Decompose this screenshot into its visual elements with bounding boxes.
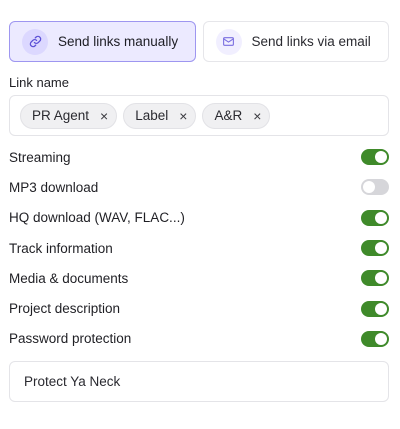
toggle-knob bbox=[375, 211, 387, 224]
toggle-knob bbox=[375, 272, 387, 285]
toggle-knob bbox=[375, 151, 387, 164]
setting-row-track-information: Track information bbox=[9, 233, 389, 263]
mail-icon bbox=[215, 28, 242, 55]
tab-send-via-email[interactable]: Send links via email bbox=[202, 21, 389, 62]
project-description-toggle[interactable] bbox=[361, 300, 389, 317]
setting-label: MP3 download bbox=[9, 179, 99, 195]
tab-send-via-email-label: Send links via email bbox=[251, 34, 371, 49]
chip-a-and-r: A&R × bbox=[202, 102, 271, 129]
setting-row-hq-download: HQ download (WAV, FLAC...) bbox=[9, 203, 389, 233]
setting-row-media-documents: Media & documents bbox=[9, 263, 389, 293]
remove-chip-icon[interactable]: × bbox=[253, 109, 261, 123]
chip-label: PR Agent bbox=[32, 108, 90, 123]
track-information-toggle[interactable] bbox=[361, 240, 389, 257]
link-icon bbox=[22, 28, 48, 55]
password-protection-toggle[interactable] bbox=[361, 330, 389, 347]
toggle-knob bbox=[363, 181, 375, 194]
chip-pr-agent: PR Agent × bbox=[20, 102, 118, 129]
setting-label: Media & documents bbox=[9, 270, 129, 286]
chip-label-tag: Label × bbox=[123, 102, 197, 129]
tab-send-manually-label: Send links manually bbox=[58, 34, 179, 49]
remove-chip-icon[interactable]: × bbox=[179, 109, 187, 123]
setting-row-streaming: Streaming bbox=[9, 142, 389, 172]
setting-label: Password protection bbox=[9, 331, 132, 347]
chip-label: Label bbox=[135, 108, 169, 123]
setting-row-project-description: Project description bbox=[9, 293, 389, 323]
setting-label: Track information bbox=[9, 240, 113, 256]
link-name-label: Link name bbox=[9, 75, 69, 90]
media-documents-toggle[interactable] bbox=[361, 270, 389, 287]
streaming-toggle[interactable] bbox=[361, 149, 389, 166]
send-mode-tabs: Send links manually Send links via email bbox=[9, 21, 389, 62]
setting-label: HQ download (WAV, FLAC...) bbox=[9, 210, 185, 226]
setting-label: Streaming bbox=[9, 149, 71, 165]
mp3-download-toggle[interactable] bbox=[361, 179, 389, 196]
password-input[interactable] bbox=[24, 374, 388, 389]
link-name-input[interactable]: PR Agent × Label × A&R × bbox=[9, 95, 389, 136]
setting-row-password-protection: Password protection bbox=[9, 324, 389, 354]
tab-send-manually[interactable]: Send links manually bbox=[9, 21, 196, 62]
setting-row-mp3-download: MP3 download bbox=[9, 172, 389, 202]
setting-label: Project description bbox=[9, 301, 121, 317]
hq-download-toggle[interactable] bbox=[361, 209, 389, 226]
toggle-knob bbox=[375, 302, 387, 315]
settings-list: Streaming MP3 download HQ download (WAV,… bbox=[9, 142, 389, 354]
password-field[interactable] bbox=[9, 361, 389, 402]
toggle-knob bbox=[375, 332, 387, 345]
remove-chip-icon[interactable]: × bbox=[100, 109, 108, 123]
chip-label: A&R bbox=[214, 108, 243, 123]
toggle-knob bbox=[375, 242, 387, 255]
